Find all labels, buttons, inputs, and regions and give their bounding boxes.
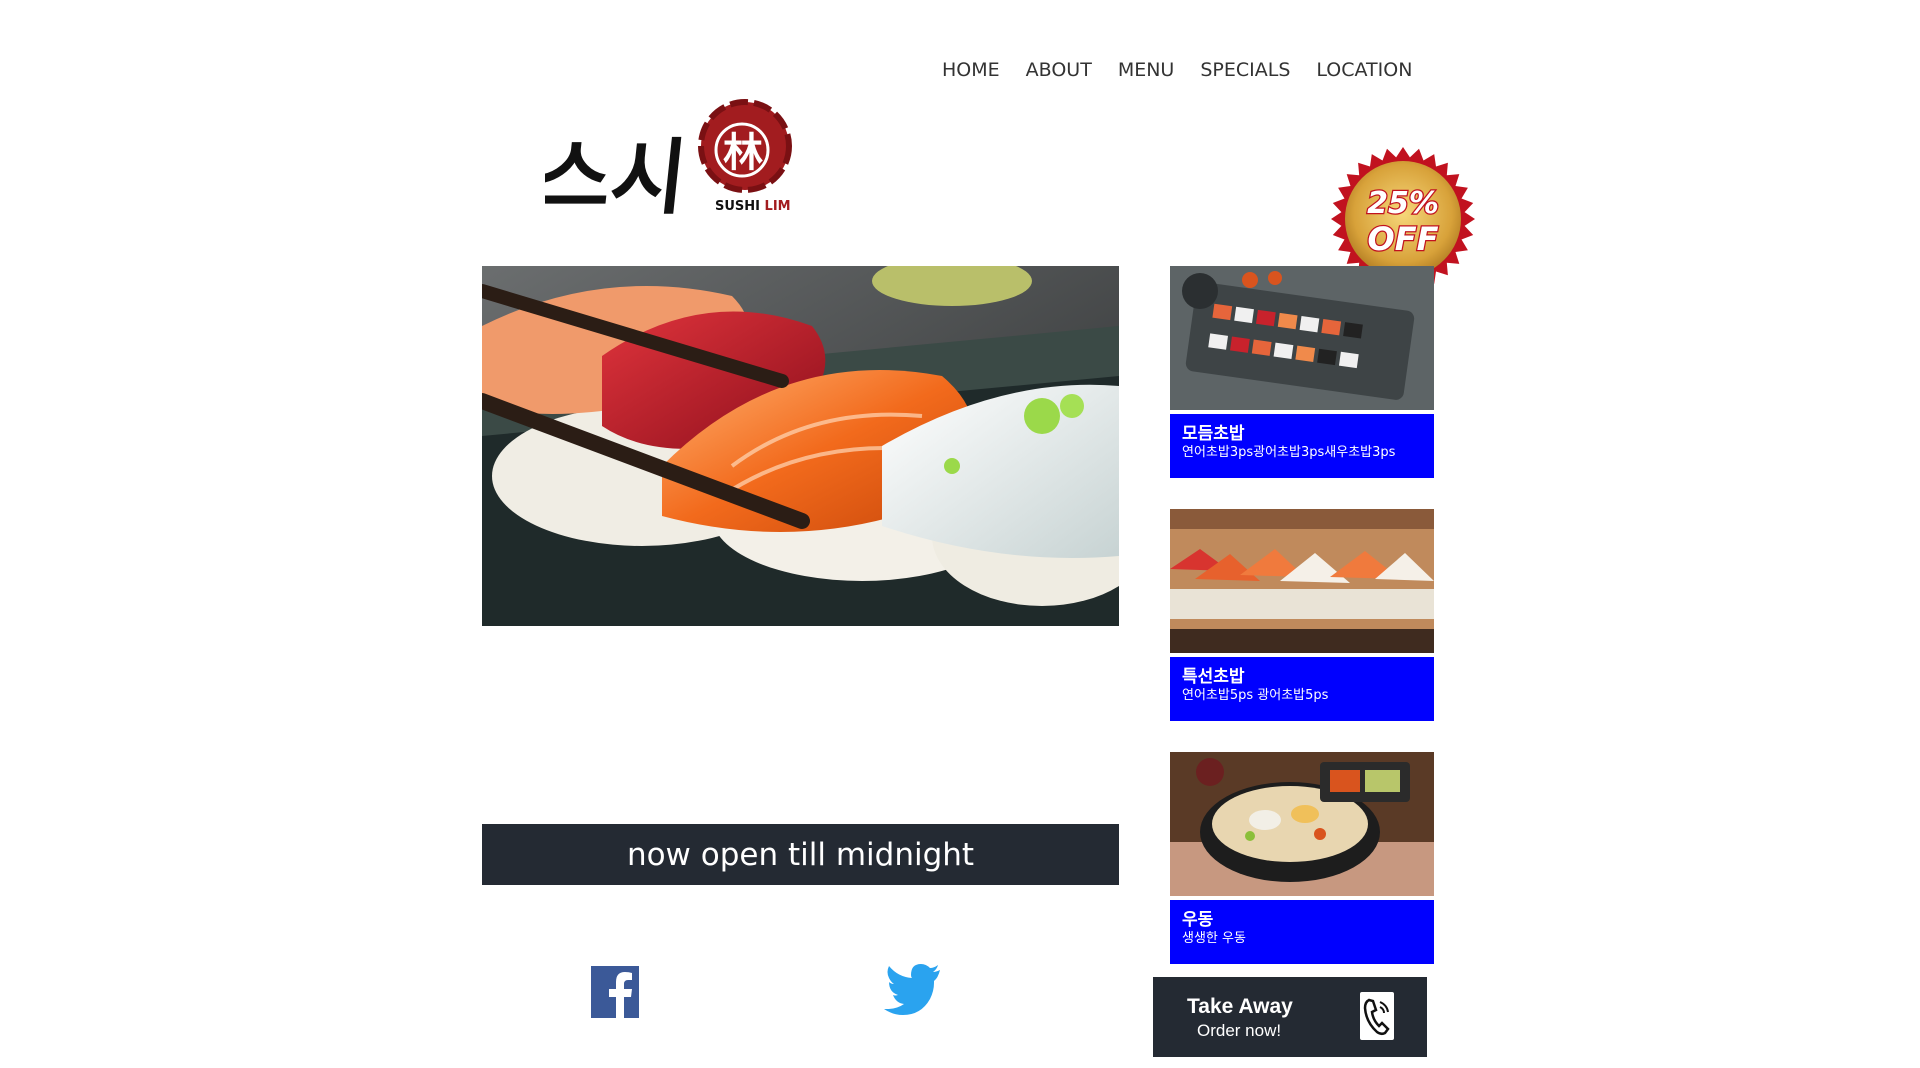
special-caption: 모듬초밥 연어초밥3ps광어초밥3ps새우초밥3ps [1170,414,1434,478]
svg-text:OFF: OFF [1368,220,1439,258]
special-name: 모듬초밥 [1182,424,1245,444]
special-card[interactable]: 우동 생생한 우동 [1170,752,1434,964]
nav-menu[interactable]: MENU [1105,56,1188,84]
svg-text:SUSHI LIM: SUSHI LIM [715,199,791,214]
nav-home[interactable]: HOME [942,56,1013,84]
special-desc: 생생한 우동 [1182,931,1246,946]
nav-specials[interactable]: SPECIALS [1187,56,1303,84]
special-card[interactable]: 특선초밥 연어초밥5ps 광어초밥5ps [1170,509,1434,721]
svg-text:林: 林 [723,130,763,176]
take-away-button[interactable]: Take Away Order now! [1153,977,1427,1057]
facebook-icon[interactable] [591,966,639,1018]
special-desc: 연어초밥3ps광어초밥3ps새우초밥3ps [1182,445,1396,460]
special-name: 특선초밥 [1182,667,1245,687]
hero-sushi-image [482,266,1119,626]
special-caption: 우동 생생한 우동 [1170,900,1434,964]
take-away-subtitle: Order now! [1197,1021,1282,1040]
special-photo-udon [1170,752,1434,896]
special-card[interactable]: 모듬초밥 연어초밥3ps광어초밥3ps새우초밥3ps [1170,266,1434,478]
sushi-lim-logo[interactable]: 스시 林 SUSHI LIM [531,88,805,226]
special-desc: 연어초밥5ps 광어초밥5ps [1182,688,1329,703]
special-name: 우동 [1182,910,1214,930]
special-photo-premium-sushi [1170,509,1434,653]
special-photo-assorted-sushi [1170,266,1434,410]
nav-location[interactable]: LOCATION [1303,56,1425,84]
nav-about[interactable]: ABOUT [1013,56,1105,84]
twitter-icon[interactable] [884,963,942,1015]
main-nav: HOME ABOUT MENU SPECIALS LOCATION [942,56,1425,84]
svg-text:25%: 25% [1367,186,1439,221]
take-away-title: Take Away [1187,995,1293,1018]
svg-text:스시: 스시 [545,131,691,218]
special-caption: 특선초밥 연어초밥5ps 광어초밥5ps [1170,657,1434,721]
phone-icon [1360,992,1394,1040]
hours-banner: now open till midnight [482,824,1119,885]
